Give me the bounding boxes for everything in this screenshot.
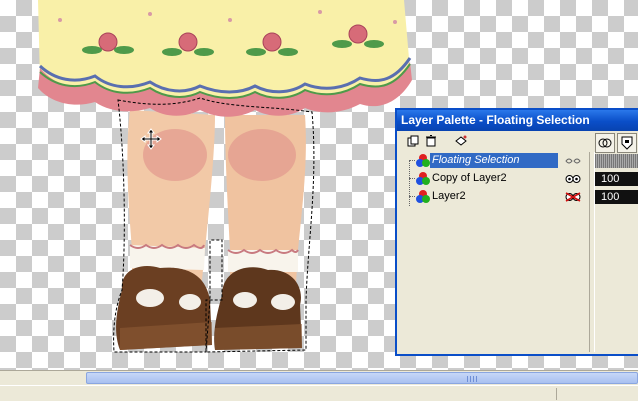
layer-properties-icon[interactable] bbox=[453, 133, 469, 149]
status-bar bbox=[0, 385, 638, 401]
new-layer-icon[interactable] bbox=[405, 133, 421, 149]
horizontal-scrollbar[interactable] bbox=[0, 370, 638, 385]
opacity-slider[interactable]: 100 bbox=[595, 172, 638, 186]
move-cursor-icon bbox=[140, 128, 162, 150]
skirt bbox=[38, 0, 412, 117]
palette-right-toolbar bbox=[595, 133, 638, 153]
layer-palette-window[interactable]: Layer Palette - Floating Selection Float… bbox=[395, 108, 638, 356]
delete-layer-icon[interactable] bbox=[423, 133, 439, 149]
palette-toolbar bbox=[397, 133, 590, 151]
layer-row-layer2[interactable]: Layer2 bbox=[403, 188, 585, 205]
opacity-icon[interactable] bbox=[595, 133, 615, 153]
scrollbar-grip-icon bbox=[467, 376, 477, 382]
layer-row-floating-selection[interactable]: Floating Selection bbox=[403, 152, 585, 169]
layer-rgb-icon bbox=[416, 154, 430, 167]
opacity-column: 100 100 bbox=[595, 152, 638, 352]
scrollbar-thumb[interactable] bbox=[86, 372, 638, 384]
visibility-eye-icon[interactable] bbox=[563, 171, 583, 186]
palette-title-bar[interactable]: Layer Palette - Floating Selection bbox=[397, 110, 638, 131]
layer-rgb-icon bbox=[416, 172, 430, 185]
layer-name[interactable]: Layer2 bbox=[430, 189, 562, 204]
opacity-slider[interactable]: 100 bbox=[595, 190, 638, 204]
mask-icon[interactable] bbox=[617, 133, 637, 153]
layer-row-copy-of-layer2[interactable]: Copy of Layer2 bbox=[403, 170, 585, 187]
layer-list: Floating Selection Copy of Layer2 Layer2 bbox=[403, 152, 589, 352]
layer-name[interactable]: Floating Selection bbox=[430, 153, 558, 168]
opacity-slider[interactable] bbox=[595, 154, 638, 168]
layer-name[interactable]: Copy of Layer2 bbox=[430, 171, 562, 186]
status-divider bbox=[556, 388, 557, 400]
visibility-hidden-icon[interactable] bbox=[563, 153, 583, 168]
layer-rgb-icon bbox=[416, 190, 430, 203]
visibility-off-icon[interactable] bbox=[563, 189, 583, 204]
